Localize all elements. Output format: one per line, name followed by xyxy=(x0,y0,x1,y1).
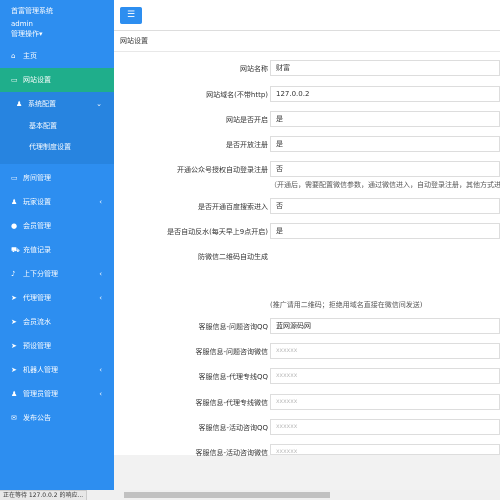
app-title: 首富管理系统 xyxy=(11,7,53,15)
user-menu-toggle[interactable]: 管理操作▾ xyxy=(11,29,114,39)
qrcode-hint: (推广请用二维码；拒绝用域名直接在微信间发送) xyxy=(270,301,423,309)
sidebar-item-label: 管理员管理 xyxy=(23,390,58,398)
site-name-input[interactable]: 财富 xyxy=(270,60,500,76)
username: admin xyxy=(11,20,33,28)
send-icon: ➤ xyxy=(11,294,17,302)
field-label: 是否自动反水(每天早上9点开启) xyxy=(167,228,268,236)
send-icon: ➤ xyxy=(11,318,17,326)
chevron-left-icon: ‹ xyxy=(99,366,102,374)
sidebar-item-label: 机器人管理 xyxy=(23,366,58,374)
horizontal-scrollbar[interactable] xyxy=(124,492,330,498)
computer-icon: ▭ xyxy=(11,76,18,84)
sidebar-item-system-config[interactable]: ♟ 系统配置 ⌄ xyxy=(0,92,114,116)
sidebar-item-admins[interactable]: ♟ 管理员管理 ‹ xyxy=(0,382,114,406)
field-label: 客服信息-问题咨询QQ xyxy=(198,323,268,331)
field-label: 客服信息-活动咨询QQ xyxy=(198,424,268,432)
hamburger-icon[interactable]: ☰ xyxy=(120,7,142,24)
field-label: 网站名称 xyxy=(240,65,268,73)
user-icon: ♟ xyxy=(11,390,18,398)
field-label: 网站是否开启 xyxy=(226,116,268,124)
sidebar-item-recharge[interactable]: ⛟ 充值记录 xyxy=(0,238,114,262)
chat-icon: ✉ xyxy=(11,414,17,422)
sidebar-item-label: 代理管理 xyxy=(23,294,51,302)
open-registration-select[interactable]: 是 xyxy=(270,136,500,152)
sidebar-item-label: 上下分管理 xyxy=(23,270,58,278)
chevron-down-icon: ⌄ xyxy=(96,100,102,108)
agent-qq-input[interactable]: xxxxxx xyxy=(270,368,500,384)
site-domain-input[interactable]: 127.0.0.2 xyxy=(270,86,500,102)
sidebar-item-label: 会员流水 xyxy=(23,318,51,326)
field-label: 客服信息-问题咨询微信 xyxy=(195,348,268,356)
field-label: 是否开放注册 xyxy=(226,141,268,149)
user-icon: ♟ xyxy=(16,100,23,108)
sidebar-item-score[interactable]: ♪ 上下分管理 ‹ xyxy=(0,262,114,286)
wechat-autologin-select[interactable]: 否 xyxy=(270,161,500,177)
chevron-left-icon: ‹ xyxy=(99,270,102,278)
chevron-left-icon: ‹ xyxy=(99,198,102,206)
chevron-left-icon: ‹ xyxy=(99,294,102,302)
sidebar-item-announcements[interactable]: ✉ 发布公告 xyxy=(0,406,114,430)
chevron-left-icon: ‹ xyxy=(99,390,102,398)
support-qq-input[interactable]: 蓝网源码网 xyxy=(270,318,500,334)
sidebar-item-robots[interactable]: ➤ 机器人管理 ‹ xyxy=(0,358,114,382)
person-icon: ● xyxy=(11,222,18,230)
sidebar-subitem-agent-rules[interactable]: 代理制度设置 xyxy=(0,137,114,164)
support-wechat-input[interactable]: xxxxxx xyxy=(270,343,500,359)
computer-icon: ▭ xyxy=(11,174,18,182)
status-bar: 正在等待 127.0.0.2 的响应... xyxy=(0,490,500,500)
sidebar-item-label: 系统配置 xyxy=(28,100,56,108)
status-text: 正在等待 127.0.0.2 的响应... xyxy=(0,490,88,500)
field-label: 客服信息-活动咨询微信 xyxy=(195,449,268,457)
sidebar-item-agents[interactable]: ➤ 代理管理 ‹ xyxy=(0,286,114,310)
sidebar-item-label: 发布公告 xyxy=(23,414,51,422)
field-label: 开通公众号授权自动登录注册 xyxy=(177,166,268,174)
field-label: 网站域名(不带http) xyxy=(206,91,268,99)
sidebar-item-label: 玩家设置 xyxy=(23,198,51,206)
car-icon: ⛟ xyxy=(11,246,20,254)
sidebar-item-site-settings[interactable]: ▭ 网站设置 xyxy=(0,68,114,92)
sidebar-item-label: 网站设置 xyxy=(23,76,51,84)
agent-wechat-input[interactable]: xxxxxx xyxy=(270,394,500,410)
field-label: 防微信二维码自动生成 xyxy=(198,253,268,261)
sidebar-item-label: 主页 xyxy=(23,52,37,60)
sidebar-item-members[interactable]: ● 会员管理 xyxy=(0,214,114,238)
sidebar-brand: 首富管理系统 admin 管理操作▾ xyxy=(0,0,114,44)
sidebar-item-member-flow[interactable]: ➤ 会员流水 xyxy=(0,310,114,334)
sidebar: 首富管理系统 admin 管理操作▾ ⌂ 主页 ▭ 网站设置 ♟ 系统配置 ⌄ 基本配… xyxy=(0,0,114,490)
sidebar-item-label: 代理制度设置 xyxy=(29,143,71,151)
send-icon: ➤ xyxy=(11,366,17,374)
user-icon: ♟ xyxy=(11,198,18,206)
field-label: 客服信息-代理专线QQ xyxy=(198,373,268,381)
panel-title: 网站设置 xyxy=(114,31,500,52)
auto-rebate-select[interactable]: 是 xyxy=(270,223,500,239)
caret-down-icon: ▾ xyxy=(39,30,43,38)
sidebar-item-label: 预设管理 xyxy=(23,342,51,350)
sidebar-item-presets[interactable]: ➤ 预设管理 xyxy=(0,334,114,358)
event-wechat-input[interactable]: xxxxxx xyxy=(270,444,500,455)
music-icon: ♪ xyxy=(11,270,16,278)
sidebar-item-label: 基本配置 xyxy=(29,122,57,130)
site-enabled-select[interactable]: 是 xyxy=(270,111,500,127)
event-qq-input[interactable]: xxxxxx xyxy=(270,419,500,435)
wechat-autologin-hint: （开通后，需要配置微信参数，通过微信进入，自动登录注册，其他方式进入 xyxy=(270,181,500,189)
sidebar-item-label: 房间管理 xyxy=(23,174,51,182)
baidu-search-select[interactable]: 否 xyxy=(270,198,500,214)
sidebar-item-label: 充值记录 xyxy=(23,246,51,254)
home-icon: ⌂ xyxy=(11,52,16,60)
sidebar-item-home[interactable]: ⌂ 主页 xyxy=(0,44,114,68)
sidebar-item-label: 会员管理 xyxy=(23,222,51,230)
send-icon: ➤ xyxy=(11,342,17,350)
field-label: 是否开通百度搜索进入 xyxy=(198,203,268,211)
field-label: 客服信息-代理专线微信 xyxy=(195,399,268,407)
sidebar-item-players[interactable]: ♟ 玩家设置 ‹ xyxy=(0,190,114,214)
sidebar-item-rooms[interactable]: ▭ 房间管理 xyxy=(0,166,114,190)
topbar: ☰ xyxy=(114,0,500,31)
user-menu-label: 管理操作 xyxy=(11,30,39,38)
sidebar-subitem-basic-config[interactable]: 基本配置 xyxy=(0,116,114,137)
